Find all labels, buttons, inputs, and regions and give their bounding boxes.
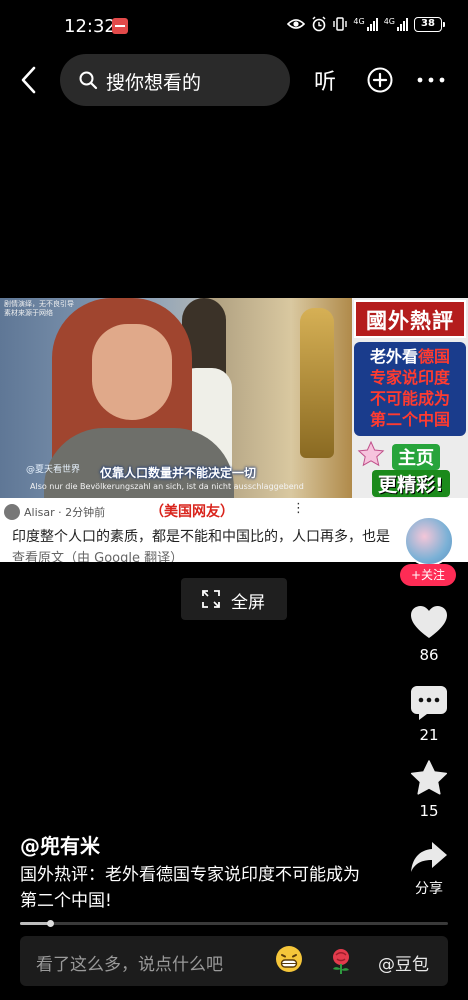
signal-icon-2: 4G bbox=[384, 17, 408, 31]
progress-bar[interactable] bbox=[20, 920, 448, 927]
video-disclaimer: 剧情演绎，无不良引导 素材来源于网络 bbox=[4, 300, 74, 317]
follow-button[interactable]: +关注 bbox=[400, 564, 456, 586]
search-input[interactable]: 搜你想看的 bbox=[60, 54, 290, 106]
translate-link: 查看原文（由 Google 翻译） bbox=[12, 551, 184, 562]
heart-icon bbox=[411, 606, 447, 638]
promo-line-3: 不可能成为 bbox=[369, 389, 450, 408]
promo-home-label: 主页 bbox=[392, 444, 440, 470]
fullscreen-label: 全屏 bbox=[231, 593, 265, 613]
fullscreen-button[interactable]: 全屏 bbox=[181, 578, 287, 620]
like-count: 86 bbox=[419, 646, 439, 664]
comment-bubble-icon bbox=[411, 686, 447, 720]
promo-line-1-a: 老外看 bbox=[369, 347, 418, 366]
commenter-tag: （美国网友） bbox=[150, 504, 234, 520]
favorite-button[interactable]: 15 bbox=[399, 760, 459, 820]
embedded-comment-card: Alisar · 2分钟前 （美国网友） ⋮ 印度整个人口的素质，都是不能和中国… bbox=[0, 498, 468, 562]
grinning-emoji-icon[interactable] bbox=[274, 944, 304, 974]
commenter-name: Alisar · 2分钟前 bbox=[24, 506, 106, 519]
status-icons: 4G 4G 38 bbox=[287, 16, 445, 32]
commenter-avatar bbox=[4, 504, 20, 520]
trophy-shape bbox=[300, 308, 334, 458]
network-label-1: 4G bbox=[353, 17, 365, 26]
share-label: 分享 bbox=[415, 881, 443, 897]
search-placeholder: 搜你想看的 bbox=[106, 72, 202, 94]
add-icon[interactable] bbox=[366, 66, 394, 94]
progress-fill bbox=[20, 922, 50, 925]
comment-menu-icon: ⋮ bbox=[292, 501, 305, 516]
favorite-count: 15 bbox=[419, 802, 439, 820]
vibrate-icon bbox=[333, 17, 348, 31]
eye-icon bbox=[287, 19, 306, 29]
rose-emoji-icon[interactable] bbox=[326, 946, 356, 976]
video-description: 国外热评：老外看德国专家说印度不可能成为第二个中国! bbox=[20, 865, 360, 911]
author-name[interactable]: @兜有米 bbox=[20, 830, 100, 859]
promo-line-1-b: 德国 bbox=[418, 347, 451, 366]
star-mascot-icon bbox=[357, 440, 385, 467]
promo-line-2: 专家说印度 bbox=[369, 368, 450, 387]
search-icon bbox=[79, 71, 98, 90]
expand-icon bbox=[202, 590, 220, 608]
signal-icon-1: 4G bbox=[353, 17, 378, 31]
comment-count: 21 bbox=[419, 726, 439, 744]
video-frame-image: 剧情演绎，无不良引导 素材来源于网络 @夏天看世界 仅靠人口数量并不能决定一切 … bbox=[0, 298, 352, 518]
promo-panel: 國外熱評 老外看德国 专家说印度 不可能成为 第二个中国 主页 更精彩! bbox=[352, 298, 468, 498]
video-caption: 仅靠人口数量并不能决定一切 bbox=[100, 466, 257, 480]
promo-line-1: 老外看德国 bbox=[357, 346, 463, 367]
comment-button[interactable]: 21 bbox=[399, 686, 459, 744]
comment-placeholder: 看了这么多，说点什么吧 bbox=[36, 955, 223, 975]
battery-icon: 38 bbox=[414, 16, 445, 32]
listen-button[interactable]: 听 bbox=[314, 64, 336, 96]
speaker-face bbox=[92, 324, 172, 420]
share-arrow-icon bbox=[411, 842, 447, 872]
progress-knob[interactable] bbox=[46, 920, 54, 927]
status-bar: 12:32 4G 4G 38 bbox=[0, 0, 468, 52]
top-bar: 搜你想看的 听 bbox=[0, 52, 468, 108]
alarm-icon bbox=[312, 16, 326, 32]
back-arrow-icon[interactable] bbox=[14, 64, 46, 96]
more-icon[interactable] bbox=[416, 68, 446, 92]
share-button[interactable]: 分享 bbox=[399, 840, 459, 898]
mention-doubao-button[interactable]: @豆包 bbox=[378, 950, 429, 975]
creator-avatar[interactable] bbox=[404, 516, 454, 566]
embedded-comment-text: 印度整个人口的素质，都是不能和中国比的，人口再多，也是 bbox=[12, 529, 390, 545]
network-label-2: 4G bbox=[383, 17, 395, 26]
video-player[interactable]: 剧情演绎，无不良引导 素材来源于网络 @夏天看世界 仅靠人口数量并不能决定一切 … bbox=[0, 298, 468, 562]
status-time: 12:32 bbox=[64, 16, 116, 37]
comment-input[interactable]: 看了这么多，说点什么吧 @豆包 bbox=[20, 936, 448, 986]
notification-badge-icon bbox=[112, 18, 128, 34]
like-button[interactable]: 86 bbox=[399, 606, 459, 664]
video-german-subtitle: Also nur die Bevölkerungszahl an sich, i… bbox=[30, 482, 304, 491]
promo-title: 國外熱評 bbox=[354, 300, 466, 338]
star-icon bbox=[410, 760, 448, 795]
promo-headline: 老外看德国 专家说印度 不可能成为 第二个中国 bbox=[354, 342, 466, 436]
promo-line-4: 第二个中国 bbox=[369, 410, 450, 429]
video-source-tag: @夏天看世界 bbox=[26, 465, 81, 475]
promo-more-label: 更精彩! bbox=[372, 470, 450, 497]
